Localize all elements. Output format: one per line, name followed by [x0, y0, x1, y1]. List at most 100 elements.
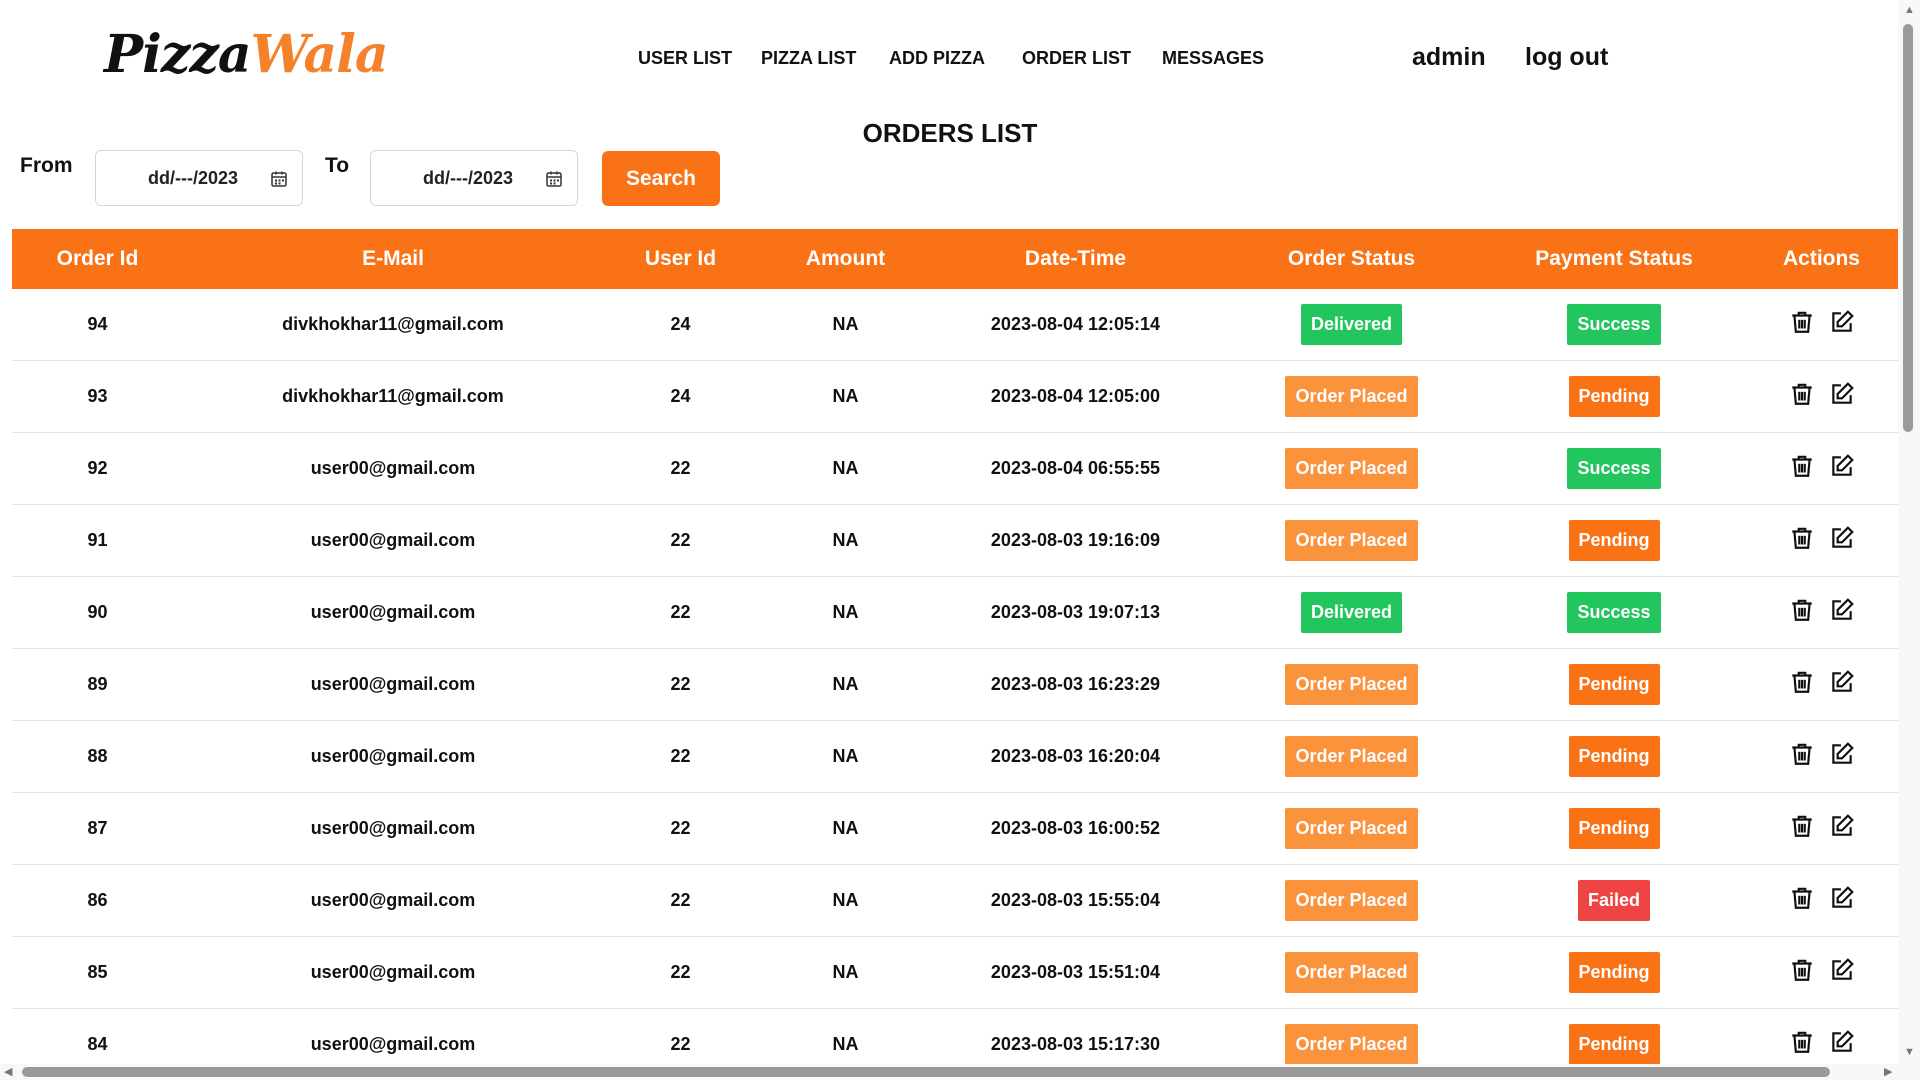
cell-date-time: 2023-08-04 12:05:00	[933, 360, 1218, 433]
cell-user-id: 22	[603, 504, 758, 577]
logout-link[interactable]: log out	[1525, 42, 1608, 72]
nav-user-list[interactable]: USER LIST	[638, 46, 732, 70]
scroll-left-arrow-icon[interactable]: ◀	[4, 1066, 12, 1078]
payment-status-badge: Pending	[1568, 736, 1660, 777]
edit-icon[interactable]	[1829, 1029, 1855, 1055]
table-row: 91 user00@gmail.com 22 NA 2023-08-03 19:16:0…	[12, 504, 1900, 577]
cell-order-status: Order Placed	[1218, 1008, 1485, 1064]
horizontal-scroll-thumb[interactable]	[22, 1067, 1830, 1077]
table-row: 84 user00@gmail.com 22 NA 2023-08-03 15:17:3…	[12, 1008, 1900, 1064]
payment-status-badge: Pending	[1568, 808, 1660, 849]
cell-payment-status: Pending	[1485, 720, 1743, 793]
cell-date-time: 2023-08-03 15:51:04	[933, 936, 1218, 1009]
trash-icon[interactable]	[1789, 741, 1815, 767]
trash-icon[interactable]	[1789, 525, 1815, 551]
header-order-id: Order Id	[56, 247, 139, 270]
cell-payment-status: Success	[1485, 289, 1743, 361]
scroll-up-arrow-icon[interactable]: ▲	[1904, 4, 1915, 16]
cell-actions	[1743, 1008, 1900, 1064]
cell-order-id: 89	[12, 648, 183, 721]
trash-icon[interactable]	[1789, 813, 1815, 839]
vertical-scrollbar[interactable]: ▲ ▼	[1898, 0, 1920, 1064]
cell-payment-status: Pending	[1485, 1008, 1743, 1064]
admin-link[interactable]: admin	[1412, 42, 1486, 72]
order-status-badge: Order Placed	[1285, 520, 1418, 561]
order-status-badge: Order Placed	[1285, 808, 1418, 849]
cell-actions	[1743, 792, 1900, 865]
cell-order-status: Order Placed	[1218, 648, 1485, 721]
cell-email: user00@gmail.com	[183, 792, 603, 865]
payment-status-badge: Pending	[1568, 376, 1660, 417]
calendar-icon[interactable]	[270, 170, 288, 188]
trash-icon[interactable]	[1789, 453, 1815, 479]
cell-payment-status: Pending	[1485, 936, 1743, 1009]
cell-amount: NA	[758, 864, 933, 937]
edit-icon[interactable]	[1829, 885, 1855, 911]
cell-email: user00@gmail.com	[183, 504, 603, 577]
trash-icon[interactable]	[1789, 1029, 1815, 1055]
header-payment-status: Payment Status	[1535, 247, 1693, 270]
table-row: 92 user00@gmail.com 22 NA 2023-08-04 06:55:5…	[12, 432, 1900, 505]
nav-add-pizza[interactable]: ADD PIZZA	[889, 46, 985, 70]
trash-icon[interactable]	[1789, 381, 1815, 407]
cell-user-id: 22	[603, 648, 758, 721]
cell-email: user00@gmail.com	[183, 720, 603, 793]
cell-user-id: 22	[603, 432, 758, 505]
cell-date-time: 2023-08-03 16:20:04	[933, 720, 1218, 793]
cell-email: user00@gmail.com	[183, 936, 603, 1009]
cell-date-time: 2023-08-03 19:07:13	[933, 576, 1218, 649]
cell-payment-status: Pending	[1485, 360, 1743, 433]
header-user-id: User Id	[644, 247, 717, 270]
to-date-input[interactable]: dd/---/2023	[370, 150, 578, 206]
scroll-down-arrow-icon[interactable]: ▼	[1904, 1046, 1915, 1058]
cell-email: user00@gmail.com	[183, 864, 603, 937]
trash-icon[interactable]	[1789, 309, 1815, 335]
from-date-input[interactable]: dd/---/2023	[95, 150, 303, 206]
edit-icon[interactable]	[1829, 309, 1855, 335]
scroll-right-arrow-icon[interactable]: ▶	[1884, 1066, 1892, 1078]
payment-status-badge: Pending	[1568, 664, 1660, 705]
trash-icon[interactable]	[1789, 597, 1815, 623]
cell-order-id: 92	[12, 432, 183, 505]
edit-icon[interactable]	[1829, 741, 1855, 767]
trash-icon[interactable]	[1789, 885, 1815, 911]
cell-user-id: 22	[603, 864, 758, 937]
header-date-time: Date-Time	[1024, 247, 1127, 270]
cell-user-id: 24	[603, 289, 758, 361]
cell-date-time: 2023-08-03 16:23:29	[933, 648, 1218, 721]
orders-table-container: Order Id E-Mail User Id Amount Date-Time…	[12, 229, 1900, 1064]
cell-amount: NA	[758, 432, 933, 505]
cell-user-id: 22	[603, 792, 758, 865]
payment-status-badge: Success	[1567, 448, 1661, 489]
nav-messages[interactable]: MESSAGES	[1162, 46, 1264, 70]
trash-icon[interactable]	[1789, 669, 1815, 695]
order-status-badge: Order Placed	[1285, 664, 1418, 705]
edit-icon[interactable]	[1829, 597, 1855, 623]
edit-icon[interactable]	[1829, 381, 1855, 407]
cell-order-id: 90	[12, 576, 183, 649]
header-order-status: Order Status	[1287, 247, 1416, 270]
cell-order-status: Order Placed	[1218, 504, 1485, 577]
edit-icon[interactable]	[1829, 453, 1855, 479]
edit-icon[interactable]	[1829, 813, 1855, 839]
header-amount: Amount	[805, 247, 886, 270]
cell-amount: NA	[758, 289, 933, 361]
to-label: To	[325, 154, 350, 177]
search-button[interactable]: Search	[602, 151, 720, 206]
cell-order-id: 86	[12, 864, 183, 937]
edit-icon[interactable]	[1829, 669, 1855, 695]
edit-icon[interactable]	[1829, 525, 1855, 551]
nav-pizza-list[interactable]: PIZZA LIST	[761, 46, 856, 70]
nav-order-list[interactable]: ORDER LIST	[1022, 46, 1131, 70]
header-actions: Actions	[1782, 247, 1860, 270]
cell-order-status: Order Placed	[1218, 936, 1485, 1009]
cell-email: user00@gmail.com	[183, 648, 603, 721]
cell-email: divkhokhar11@gmail.com	[183, 289, 603, 361]
horizontal-scrollbar[interactable]: ◀ ▶	[0, 1064, 1920, 1080]
order-status-badge: Order Placed	[1285, 952, 1418, 993]
edit-icon[interactable]	[1829, 957, 1855, 983]
vertical-scroll-thumb[interactable]	[1903, 24, 1913, 432]
trash-icon[interactable]	[1789, 957, 1815, 983]
calendar-icon[interactable]	[545, 170, 563, 188]
table-row: 88 user00@gmail.com 22 NA 2023-08-03 16:20:0…	[12, 720, 1900, 793]
